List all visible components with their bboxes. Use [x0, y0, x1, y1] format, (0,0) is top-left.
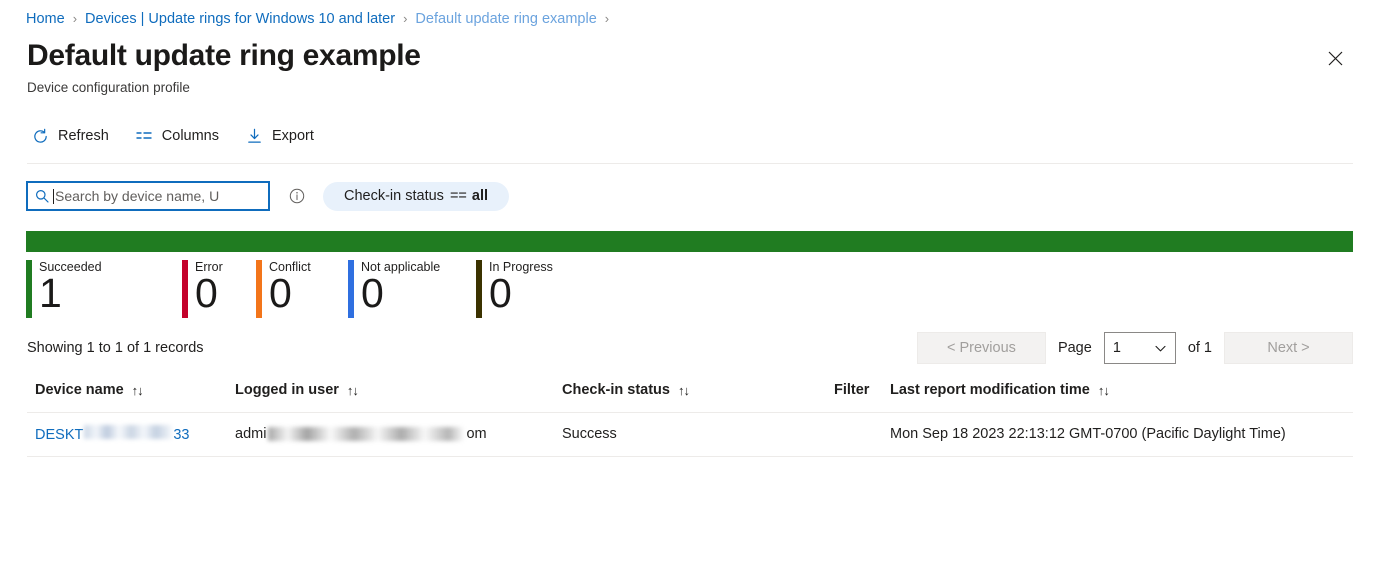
- export-icon: [245, 127, 263, 145]
- page-total-label: of 1: [1188, 340, 1212, 356]
- refresh-icon: [31, 127, 49, 145]
- user-prefix: admi: [235, 426, 266, 442]
- filter-pill-field: Check-in status: [344, 188, 444, 204]
- status-summary-bar: [26, 231, 1353, 252]
- breadcrumb-item-current[interactable]: Default update ring example: [415, 9, 596, 29]
- column-header-device-name[interactable]: Device name ↑↓: [27, 378, 227, 413]
- column-header-filter: Filter: [826, 378, 882, 413]
- counter-value: 0: [361, 272, 440, 315]
- status-counter-in-progress[interactable]: In Progress0: [476, 260, 553, 318]
- column-header-checkin-status[interactable]: Check-in status ↑↓: [554, 378, 826, 413]
- table-body: DESKT 33 admi om Success Mon Sep 18 2023 22:1…: [27, 413, 1353, 457]
- counter-value: 0: [489, 272, 553, 315]
- status-counter-conflict[interactable]: Conflict0: [256, 260, 344, 318]
- sort-icon[interactable]: ↑↓: [347, 383, 358, 398]
- devices-table: Device name ↑↓ Logged in user ↑↓ Check-i…: [27, 378, 1353, 457]
- page-header: Default update ring example Device confi…: [0, 29, 1377, 97]
- counter-value: 0: [269, 272, 311, 315]
- table-header: Device name ↑↓ Logged in user ↑↓ Check-i…: [27, 378, 1353, 413]
- columns-icon: [135, 127, 153, 145]
- column-header-logged-in-user[interactable]: Logged in user ↑↓: [227, 378, 554, 413]
- device-name-prefix: DESKT: [35, 427, 83, 443]
- cell-device-name: DESKT 33: [27, 413, 227, 457]
- breadcrumb-separator-icon: ›: [403, 9, 407, 29]
- refresh-button[interactable]: Refresh: [27, 121, 121, 151]
- page-subtitle: Device configuration profile: [27, 79, 1377, 97]
- export-label: Export: [272, 128, 314, 144]
- filter-pill-value: all: [472, 188, 488, 204]
- close-icon: [1328, 51, 1343, 66]
- page-title: Default update ring example: [27, 37, 1377, 75]
- cell-last-report-modification-time: Mon Sep 18 2023 22:13:12 GMT-0700 (Pacif…: [882, 413, 1353, 457]
- breadcrumb-item-home[interactable]: Home: [26, 9, 65, 29]
- counter-value: 1: [39, 272, 102, 315]
- columns-button[interactable]: Columns: [131, 121, 231, 151]
- table-header-row: Device name ↑↓ Logged in user ↑↓ Check-i…: [27, 378, 1353, 413]
- breadcrumb-separator-icon: ›: [605, 9, 609, 29]
- cell-logged-in-user: admi om: [227, 413, 554, 457]
- status-counter-error[interactable]: Error0: [182, 260, 252, 318]
- column-label: Last report modification time: [890, 382, 1090, 398]
- search-box[interactable]: [26, 181, 270, 211]
- column-label: Device name: [35, 382, 124, 398]
- table-row[interactable]: DESKT 33 admi om Success Mon Sep 18 2023 22:1…: [27, 413, 1353, 457]
- command-bar: Refresh Columns Export: [0, 117, 1377, 155]
- search-icon: [34, 189, 49, 204]
- search-input[interactable]: [55, 188, 262, 204]
- column-label: Filter: [834, 382, 869, 398]
- records-count-text: Showing 1 to 1 of 1 records: [27, 340, 204, 356]
- pagination: < Previous Page 1 of 1 Next >: [917, 332, 1353, 364]
- breadcrumb-item-devices[interactable]: Devices | Update rings for Windows 10 an…: [85, 9, 395, 29]
- sort-icon[interactable]: ↑↓: [678, 383, 689, 398]
- status-counters: Succeeded1Error0Conflict0Not applicable0…: [0, 260, 1377, 318]
- filter-pill-checkin-status[interactable]: Check-in status == all: [323, 182, 509, 211]
- column-header-last-report-modification-time[interactable]: Last report modification time ↑↓: [882, 378, 1353, 413]
- refresh-label: Refresh: [58, 128, 109, 144]
- close-button[interactable]: [1319, 42, 1351, 74]
- chevron-down-icon: [1154, 342, 1167, 355]
- breadcrumb-separator-icon: ›: [73, 9, 77, 29]
- status-counter-not-applicable[interactable]: Not applicable0: [348, 260, 472, 318]
- cell-checkin-status: Success: [554, 413, 826, 457]
- sort-icon[interactable]: ↑↓: [1098, 383, 1109, 398]
- column-label: Check-in status: [562, 382, 670, 398]
- page-number-value: 1: [1113, 340, 1121, 356]
- filter-row: Check-in status == all: [0, 180, 1377, 212]
- records-pagination-row: Showing 1 to 1 of 1 records < Previous P…: [0, 332, 1377, 364]
- breadcrumb: Home › Devices | Update rings for Window…: [0, 0, 1377, 29]
- counter-value: 0: [195, 272, 223, 315]
- page-label: Page: [1058, 340, 1092, 356]
- columns-label: Columns: [162, 128, 219, 144]
- device-name-suffix: 33: [173, 427, 189, 443]
- device-name-link[interactable]: DESKT 33: [35, 425, 189, 443]
- cell-filter: [826, 413, 882, 457]
- page-number-select[interactable]: 1: [1104, 332, 1176, 364]
- redacted-text: [268, 427, 464, 441]
- info-icon[interactable]: [289, 188, 305, 204]
- status-counter-succeeded[interactable]: Succeeded1: [26, 260, 178, 318]
- command-bar-divider: [27, 163, 1353, 164]
- filter-pill-operator: ==: [450, 188, 467, 204]
- summary-segment-succeeded: [26, 231, 1353, 252]
- sort-icon[interactable]: ↑↓: [132, 383, 143, 398]
- column-label: Logged in user: [235, 382, 339, 398]
- export-button[interactable]: Export: [241, 121, 326, 151]
- redacted-text: [84, 425, 172, 439]
- next-page-button[interactable]: Next >: [1224, 332, 1353, 364]
- previous-page-button[interactable]: < Previous: [917, 332, 1046, 364]
- text-cursor: [53, 189, 54, 204]
- user-suffix: om: [466, 426, 486, 442]
